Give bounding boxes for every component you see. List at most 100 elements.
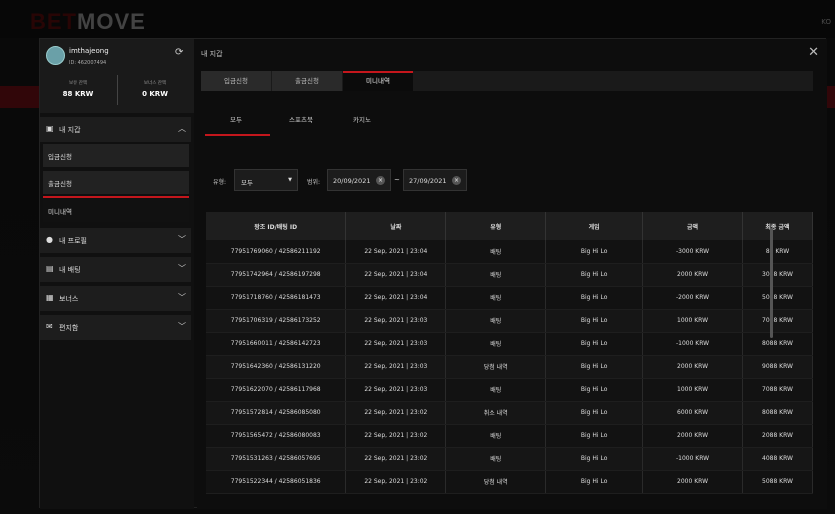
table-cell: 당첨 내역 <box>445 355 547 379</box>
mail-icon: ✉ <box>46 322 53 331</box>
table-cell: Big Hi Lo <box>545 447 644 471</box>
chevron-down-icon: ﹀ <box>178 293 186 302</box>
type-select[interactable]: 모두 ▼ <box>234 169 298 191</box>
table-cell: Big Hi Lo <box>545 332 644 356</box>
col-final: 최종 금액 <box>742 212 813 240</box>
table-cell: 22 Sep, 2021 | 23:03 <box>345 309 447 333</box>
table-cell: 77951522344 / 42586051836 <box>206 470 347 494</box>
table-cell: 배팅 <box>445 309 547 333</box>
table-cell: 88 KRW <box>742 240 813 264</box>
table-cell: 5088 KRW <box>742 286 813 310</box>
table-cell: 5088 KRW <box>742 470 813 494</box>
table-cell: 22 Sep, 2021 | 23:04 <box>345 240 447 264</box>
table-cell: 22 Sep, 2021 | 23:02 <box>345 470 447 494</box>
tab-bar: 입금신청 출금신청 미니내역 <box>201 71 813 91</box>
tab-deposit[interactable]: 입금신청 <box>201 71 271 91</box>
table-cell: Big Hi Lo <box>545 240 644 264</box>
table-row: 77951706319 / 42586173252 22 Sep, 2021 | … <box>206 309 813 333</box>
table-cell: 77951660011 / 42586142723 <box>206 332 347 356</box>
username: imthajeong <box>69 47 109 55</box>
table-cell: 77951565472 / 42586080083 <box>206 424 347 448</box>
table-cell: 취소 내역 <box>445 401 547 425</box>
period-label: 범위: <box>307 179 321 186</box>
table-cell: 22 Sep, 2021 | 23:02 <box>345 401 447 425</box>
user-id: ID: 462007494 <box>69 60 107 66</box>
table-row: 77951769060 / 42586211192 22 Sep, 2021 | … <box>206 240 813 264</box>
sidebar: imthajeong ID: 462007494 ⟳ 보유 잔액 88 KRW … <box>40 39 194 509</box>
table-cell: -3000 KRW <box>642 240 743 264</box>
active-indicator <box>43 196 189 198</box>
sidebar-item-withdraw[interactable]: 출금신청 <box>43 171 189 194</box>
profile-card: imthajeong ID: 462007494 ⟳ 보유 잔액 88 KRW … <box>40 39 194 113</box>
clipboard-icon: ▤ <box>46 264 54 273</box>
main-balance: 보유 잔액 88 KRW <box>62 81 94 98</box>
sidebar-item-bonus[interactable]: ▦ 보너스 ﹀ <box>40 286 191 311</box>
table-cell: 77951572814 / 42586085080 <box>206 401 347 425</box>
bonus-balance: 보너스 잔액 0 KRW <box>142 81 168 98</box>
table-row: 77951660011 / 42586142723 22 Sep, 2021 | … <box>206 332 813 356</box>
table-cell: 77951531263 / 42586057695 <box>206 447 347 471</box>
subtab-sportsbook[interactable]: 스포츠북 <box>289 114 313 124</box>
tab-withdraw[interactable]: 출금신청 <box>272 71 342 91</box>
wallet-modal: imthajeong ID: 462007494 ⟳ 보유 잔액 88 KRW … <box>39 38 827 509</box>
table-cell: Big Hi Lo <box>545 401 644 425</box>
tab-mini-history[interactable]: 미니내역 <box>343 71 413 91</box>
table-row: 77951572814 / 42586085080 22 Sep, 2021 | … <box>206 401 813 425</box>
table-row: 77951718760 / 42586181473 22 Sep, 2021 | … <box>206 286 813 310</box>
table-row: 77951642360 / 42586131220 22 Sep, 2021 | … <box>206 355 813 379</box>
table-cell: 22 Sep, 2021 | 23:02 <box>345 447 447 471</box>
table-cell: 배팅 <box>445 286 547 310</box>
table-cell: 배팅 <box>445 424 547 448</box>
sidebar-item-mini-history[interactable]: 미니내역 <box>43 199 189 222</box>
table-cell: 7088 KRW <box>742 309 813 333</box>
table-cell: 4088 KRW <box>742 447 813 471</box>
col-type: 유형 <box>445 212 547 240</box>
table-cell: 77951622070 / 42586117968 <box>206 378 347 402</box>
table-cell: -1000 KRW <box>642 447 743 471</box>
date-to-input[interactable]: 27/09/2021 × <box>403 169 467 191</box>
table-cell: 8088 KRW <box>742 401 813 425</box>
table-cell: 1000 KRW <box>642 309 743 333</box>
table-cell: 당첨 내역 <box>445 470 547 494</box>
clear-date-from-icon[interactable]: × <box>376 176 385 185</box>
table-row: 77951565472 / 42586080083 22 Sep, 2021 | … <box>206 424 813 448</box>
table-cell: Big Hi Lo <box>545 355 644 379</box>
table-cell: 1000 KRW <box>642 378 743 402</box>
date-from-input[interactable]: 20/09/2021 × <box>327 169 391 191</box>
sidebar-item-deposit[interactable]: 입금신청 <box>43 144 189 167</box>
table-cell: 배팅 <box>445 240 547 264</box>
refresh-icon[interactable]: ⟳ <box>175 47 183 58</box>
table-row: 77951531263 / 42586057695 22 Sep, 2021 | … <box>206 447 813 471</box>
table-cell: 77951718760 / 42586181473 <box>206 286 347 310</box>
close-icon[interactable]: ✕ <box>808 45 819 60</box>
table-header: 왕조 ID/배팅 ID 날짜 유형 게임 금액 최종 금액 <box>206 212 813 240</box>
table-cell: 2000 KRW <box>642 355 743 379</box>
table-cell: 77951642360 / 42586131220 <box>206 355 347 379</box>
table-cell: 2000 KRW <box>642 263 743 287</box>
subtab-all[interactable]: 모두 <box>230 114 242 124</box>
avatar <box>46 46 65 65</box>
col-amount: 금액 <box>642 212 743 240</box>
sidebar-item-my-bets[interactable]: ▤ 내 배팅 ﹀ <box>40 257 191 282</box>
table-cell: Big Hi Lo <box>545 286 644 310</box>
chevron-down-icon: ﹀ <box>178 264 186 273</box>
table-cell: 8088 KRW <box>742 332 813 356</box>
table-cell: 22 Sep, 2021 | 23:03 <box>345 355 447 379</box>
chevron-up-icon: ︿ <box>178 124 186 133</box>
caret-down-icon: ▼ <box>288 177 292 183</box>
sidebar-item-profile[interactable]: ● 내 프로필 ﹀ <box>40 228 191 253</box>
clear-date-to-icon[interactable]: × <box>452 176 461 185</box>
table-row: 77951622070 / 42586117968 22 Sep, 2021 | … <box>206 378 813 402</box>
table-cell: -1000 KRW <box>642 332 743 356</box>
table-cell: 9088 KRW <box>742 355 813 379</box>
sidebar-item-wallet[interactable]: ▣ 내 지갑 ︿ <box>40 117 191 142</box>
subtab-casino[interactable]: 카지노 <box>353 114 371 124</box>
table-cell: -2000 KRW <box>642 286 743 310</box>
table-cell: 77951769060 / 42586211192 <box>206 240 347 264</box>
table-cell: 2000 KRW <box>642 424 743 448</box>
sidebar-item-mailbox[interactable]: ✉ 편지함 ﹀ <box>40 315 191 340</box>
table-cell: 6000 KRW <box>642 401 743 425</box>
table-scrollbar[interactable] <box>770 228 773 338</box>
table-cell: Big Hi Lo <box>545 263 644 287</box>
modal-title: 내 지갑 <box>201 50 223 58</box>
